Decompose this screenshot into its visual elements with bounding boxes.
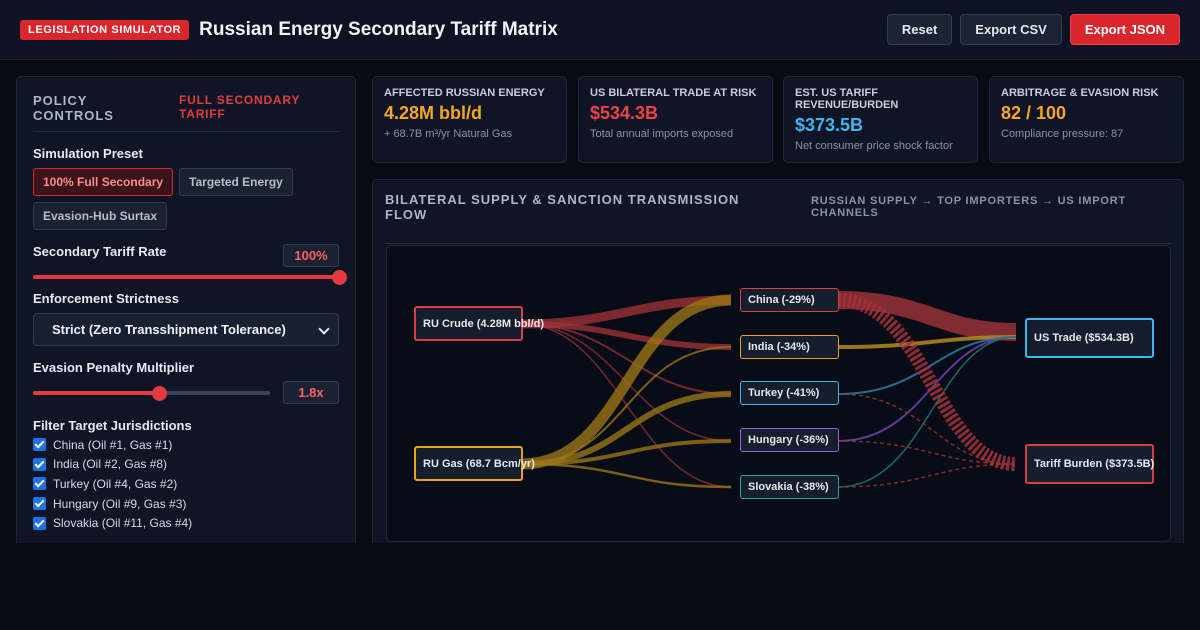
jurisdiction-india[interactable]: India (Oil #2, Gas #8): [33, 455, 339, 475]
link-slovakia-tariff: [837, 463, 1017, 488]
chevron-down-icon: [318, 323, 330, 335]
jurisdiction-filter-label: Filter Target Jurisdictions: [33, 418, 192, 433]
node-label: RU Crude (4.28M bbl/d): [423, 317, 545, 330]
evasion-label: Evasion Penalty Multiplier: [33, 360, 195, 375]
preset-group: 100% Full Secondary Targeted Energy Evas…: [33, 168, 339, 230]
preset-label: Simulation Preset: [33, 146, 143, 161]
link-gas-slovakia: [521, 462, 732, 489]
preset-evasion-hub[interactable]: Evasion-Hub Surtax: [33, 202, 168, 230]
kpi-subtext: Net consumer price shock factor: [795, 140, 953, 152]
panel-header: POLICY CONTROLS FULL SECONDARY TARIFF: [33, 93, 339, 132]
kpi-subtext: Total annual imports exposed: [590, 128, 734, 140]
flow-title: BILATERAL SUPPLY & SANCTION TRANSMISSION…: [385, 192, 740, 222]
kpi-evasion-risk: ARBITRAGE & EVASION RISK 82 / 100 Compli…: [989, 76, 1184, 163]
preset-full-secondary[interactable]: 100% Full Secondary: [33, 168, 174, 196]
kpi-value: $373.5B: [795, 115, 864, 135]
checkbox-checked[interactable]: [33, 516, 46, 530]
kpi-value: 4.28M bbl/d: [384, 103, 483, 123]
node-label: Hungary (-36%): [748, 434, 829, 446]
mode-label: FULL SECONDARY TARIFF: [179, 93, 300, 121]
flow-header: BILATERAL SUPPLY & SANCTION TRANSMISSION…: [385, 192, 1171, 244]
simulator-badge: LEGISLATION SIMULATOR: [20, 19, 190, 40]
tariff-rate-slider[interactable]: [33, 270, 347, 285]
link-turkey-tariff: [837, 393, 1017, 465]
evasion-value: 1.8x: [283, 381, 339, 404]
kpi-label: US BILATERAL TRADE AT RISK: [590, 87, 757, 99]
jurisdiction-list: China (Oil #1, Gas #1) India (Oil #2, Ga…: [33, 435, 339, 533]
jurisdiction-china[interactable]: China (Oil #1, Gas #1): [33, 435, 339, 455]
policy-controls-panel: POLICY CONTROLS FULL SECONDARY TARIFF Si…: [16, 76, 356, 543]
node-label: US Trade ($534.3B): [1034, 332, 1134, 344]
node-slovakia[interactable]: Slovakia (-38%): [740, 475, 839, 499]
header-actions: Reset Export CSV Export JSON: [886, 14, 1180, 45]
sankey-canvas: RU Crude (4.28M bbl/d) RU Gas (68.7 Bcm/…: [386, 245, 1171, 542]
kpi-subtext: Compliance pressure: 87: [1001, 128, 1124, 140]
checkbox-checked[interactable]: [33, 477, 46, 491]
panel-title: POLICY CONTROLS: [33, 93, 114, 123]
reset-button[interactable]: Reset: [886, 14, 953, 45]
preset-targeted-energy[interactable]: Targeted Energy: [179, 168, 293, 196]
enforcement-selected-value: Strict (Zero Transshipment Tolerance): [52, 322, 286, 337]
tariff-slider-fill: [33, 275, 339, 279]
node-label: China (-29%): [748, 294, 815, 306]
jurisdiction-hungary[interactable]: Hungary (Oil #9, Gas #3): [33, 494, 339, 514]
kpi-value: $534.3B: [590, 103, 659, 123]
checkbox-checked[interactable]: [33, 457, 46, 471]
flow-subtitle: RUSSIAN SUPPLY → TOP IMPORTERS → US IMPO…: [811, 195, 1126, 219]
kpi-value: 82 / 100: [1001, 103, 1067, 123]
kpi-label: AFFECTED RUSSIAN ENERGY: [384, 87, 545, 99]
enforcement-label: Enforcement Strictness: [33, 291, 179, 306]
jurisdiction-label: Hungary (Oil #9, Gas #3): [53, 496, 187, 511]
kpi-trade-at-risk: US BILATERAL TRADE AT RISK $534.3B Total…: [578, 76, 773, 163]
node-hungary[interactable]: Hungary (-36%): [740, 428, 839, 452]
kpi-affected-energy: AFFECTED RUSSIAN ENERGY 4.28M bbl/d + 68…: [372, 76, 567, 163]
checkbox-checked[interactable]: [33, 438, 46, 452]
link-gas-india: [521, 346, 732, 465]
export-json-button[interactable]: Export JSON: [1069, 14, 1180, 45]
node-us-trade[interactable]: US Trade ($534.3B): [1025, 318, 1154, 358]
jurisdiction-label: Slovakia (Oil #11, Gas #4): [53, 516, 193, 531]
node-turkey[interactable]: Turkey (-41%): [740, 381, 839, 405]
kpi-label: EST. US TARIFF REVENUE/BURDEN: [795, 87, 899, 111]
evasion-slider-fill: [33, 390, 159, 395]
enforcement-select[interactable]: Strict (Zero Transshipment Tolerance): [33, 313, 339, 346]
node-ru-crude[interactable]: RU Crude (4.28M bbl/d): [414, 306, 544, 341]
evasion-slider[interactable]: [33, 385, 270, 401]
jurisdiction-label: India (Oil #2, Gas #8): [53, 457, 168, 472]
node-ru-gas[interactable]: RU Gas (68.7 Bcm/yr): [414, 446, 535, 481]
flow-panel: BILATERAL SUPPLY & SANCTION TRANSMISSION…: [372, 179, 1184, 543]
node-label: Tariff Burden ($373.5B): [1034, 458, 1155, 470]
app-header: LEGISLATION SIMULATOR Russian Energy Sec…: [0, 0, 1200, 60]
page-title: Russian Energy Secondary Tariff Matrix: [199, 18, 558, 40]
jurisdiction-turkey[interactable]: Turkey (Oil #4, Gas #2): [33, 474, 339, 494]
jurisdiction-label: China (Oil #1, Gas #1): [53, 437, 173, 452]
link-slovakia-us: [837, 336, 1017, 488]
node-label: India (-34%): [748, 341, 810, 353]
checkbox-checked[interactable]: [33, 497, 46, 511]
kpi-tariff-revenue: EST. US TARIFF REVENUE/BURDEN $373.5B Ne…: [783, 76, 978, 163]
evasion-slider-thumb[interactable]: [151, 385, 167, 401]
node-label: Turkey (-41%): [748, 387, 820, 399]
tariff-slider-thumb[interactable]: [332, 270, 347, 285]
link-hungary-us: [837, 336, 1017, 442]
tariff-rate-label: Secondary Tariff Rate: [33, 244, 167, 259]
node-label: Slovakia (-38%): [748, 481, 829, 493]
kpi-label: ARBITRAGE & EVASION RISK: [1001, 87, 1159, 99]
node-label: RU Gas (68.7 Bcm/yr): [423, 457, 535, 470]
kpi-subtext: + 68.7B m³/yr Natural Gas: [384, 128, 513, 140]
export-csv-button[interactable]: Export CSV: [960, 14, 1062, 45]
node-india[interactable]: India (-34%): [740, 335, 839, 359]
jurisdiction-label: Turkey (Oil #4, Gas #2): [53, 476, 178, 491]
node-tariff-burden[interactable]: Tariff Burden ($373.5B): [1025, 444, 1154, 484]
tariff-rate-value: 100%: [283, 244, 339, 267]
jurisdiction-slovakia[interactable]: Slovakia (Oil #11, Gas #4): [33, 513, 339, 533]
node-china[interactable]: China (-29%): [740, 288, 839, 312]
